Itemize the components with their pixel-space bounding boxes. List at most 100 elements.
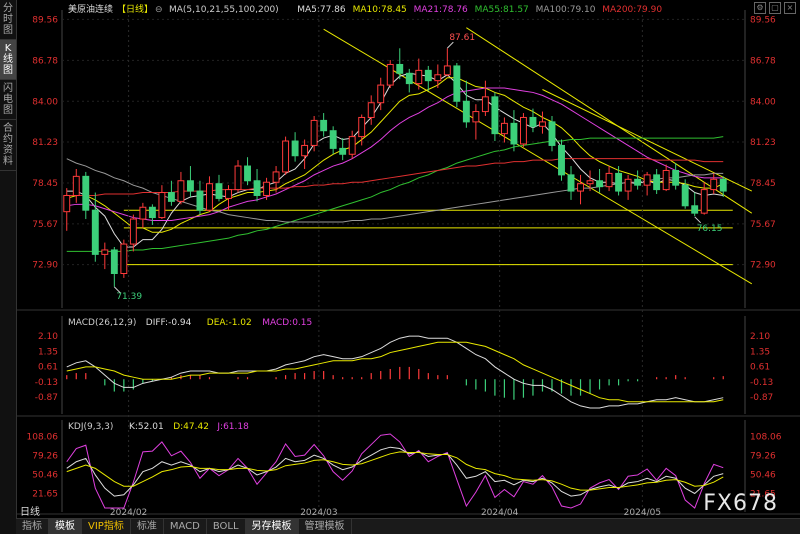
kdj-tick-right: 108.06 <box>750 433 782 443</box>
annotation-recent-low-pointer <box>694 216 702 224</box>
candle-body <box>443 65 451 76</box>
candle-body <box>282 140 290 173</box>
candle-body <box>681 184 689 207</box>
price-tick-left: 84.00 <box>32 97 58 107</box>
x-tick-label: 2024/04 <box>481 508 519 518</box>
kdj-tick-left: 21.65 <box>32 490 58 500</box>
bottom-tab-2[interactable]: VIP指标 <box>82 519 131 534</box>
ma-legend-item-0: MA(5,10,21,55,100,200) <box>169 5 279 15</box>
kdj-tick-left: 79.26 <box>32 452 58 462</box>
candle-body <box>415 69 423 85</box>
price-tick-right: 89.56 <box>750 15 776 25</box>
macd-dea-line <box>66 341 724 403</box>
candle-body <box>434 74 442 82</box>
kdj-k-line <box>66 446 724 497</box>
candle-body <box>539 121 546 127</box>
bottom-tab-3[interactable]: 标准 <box>131 519 164 534</box>
candle-body <box>339 147 347 155</box>
candle-body <box>615 172 623 192</box>
candle-body <box>586 180 594 185</box>
x-tick-label: 2024/05 <box>624 508 661 518</box>
bottom-tab-6[interactable]: 另存模板 <box>245 519 299 534</box>
bottom-tab-5[interactable]: BOLL <box>207 519 246 534</box>
candle-body <box>529 116 537 127</box>
watermark-logo: FX678 <box>703 491 778 516</box>
bottom-toolbar: 指标 模板 VIP指标 标准 MACD BOLL 另存模板 管理模板 <box>16 518 800 534</box>
candle-body <box>462 100 470 123</box>
candle-body <box>272 171 280 183</box>
macd-tick-left: 2.10 <box>38 332 58 342</box>
ma-legend-item-4: MA55:81.57 <box>475 5 529 15</box>
bottom-tab-1[interactable]: 模板 <box>49 519 82 534</box>
candle-body <box>624 178 632 192</box>
ma-legend-item-3: MA21:78.76 <box>414 5 468 15</box>
candle-body <box>253 180 261 196</box>
price-tick-right: 86.78 <box>750 56 776 66</box>
price-tick-left: 75.67 <box>32 220 58 230</box>
candle-body <box>215 183 223 199</box>
ma-legend-item-1: MA5:77.86 <box>297 5 346 15</box>
candle-body <box>120 243 128 275</box>
price-tick-right: 84.00 <box>750 97 776 107</box>
kdj-tick-right: 79.26 <box>750 452 776 462</box>
candle-body <box>348 136 356 155</box>
kdj-legend-item-2: D:47.42 <box>173 422 209 432</box>
candle-body <box>301 144 309 157</box>
macd-legend-item-2: DEA:-1.02 <box>207 318 252 328</box>
candle-body <box>358 116 366 138</box>
close-icon[interactable]: × <box>784 2 796 14</box>
candle-body <box>310 119 318 146</box>
candle-body <box>691 205 699 214</box>
candle-body <box>110 249 118 275</box>
candle-body <box>196 190 204 211</box>
candle-body <box>177 180 185 202</box>
candle-body <box>567 174 575 192</box>
candle-body <box>206 183 213 211</box>
instrument-title: 美原油连续 <box>68 3 113 15</box>
bottom-tab-4[interactable]: MACD <box>164 519 207 534</box>
price-tick-left: 78.45 <box>32 179 58 189</box>
candle-body <box>139 206 147 220</box>
price-tick-right: 72.90 <box>750 261 776 271</box>
price-tick-right: 78.45 <box>750 179 776 189</box>
price-tick-right: 81.23 <box>750 138 776 148</box>
annotation-high: 87.61 <box>449 33 475 43</box>
price-tick-left: 89.56 <box>32 15 58 25</box>
candle-body <box>167 192 175 202</box>
candle-body <box>519 116 527 145</box>
candle-body <box>158 192 166 219</box>
candle-body <box>596 180 604 188</box>
settings-icon[interactable]: ⚙ <box>754 2 766 14</box>
candle-body <box>700 189 708 214</box>
candle-body <box>491 96 499 135</box>
kdj-legend-item-0: KDJ(9,3,3) <box>68 422 113 432</box>
candle-body <box>481 96 489 113</box>
price-tick-left: 81.23 <box>32 138 58 148</box>
candle-body <box>577 183 584 192</box>
x-tick-label: 2024/03 <box>300 508 337 518</box>
macd-legend-item-1: DIFF:-0.94 <box>146 318 192 328</box>
bottom-tab-7[interactable]: 管理模板 <box>299 519 352 534</box>
ma-legend-item-6: MA200:79.90 <box>602 5 662 15</box>
expand-icon[interactable]: ▢ <box>769 2 781 14</box>
price-tick-left: 72.90 <box>32 261 58 271</box>
candle-body <box>320 119 328 132</box>
candle-body <box>82 175 90 211</box>
bottom-tab-0[interactable]: 指标 <box>16 519 49 534</box>
macd-tick-right: -0.13 <box>750 378 773 388</box>
annotation-recent-low: 76.15 <box>697 224 723 234</box>
candle-body <box>129 218 137 245</box>
legend-settings-icon: ⊖ <box>155 5 163 15</box>
candle-body <box>643 174 651 186</box>
kdj-tick-right: 50.46 <box>750 471 776 481</box>
macd-tick-right: -0.87 <box>750 393 773 403</box>
candle-body <box>72 175 80 196</box>
macd-tick-left: -0.87 <box>35 393 58 403</box>
candle-body <box>558 144 565 176</box>
macd-tick-right: 1.35 <box>750 348 770 358</box>
ma-legend-item-2: MA10:78.45 <box>353 5 407 15</box>
candle-body <box>472 111 480 123</box>
candle-body <box>634 178 642 186</box>
candle-body <box>225 189 232 199</box>
candle-body <box>386 63 394 86</box>
